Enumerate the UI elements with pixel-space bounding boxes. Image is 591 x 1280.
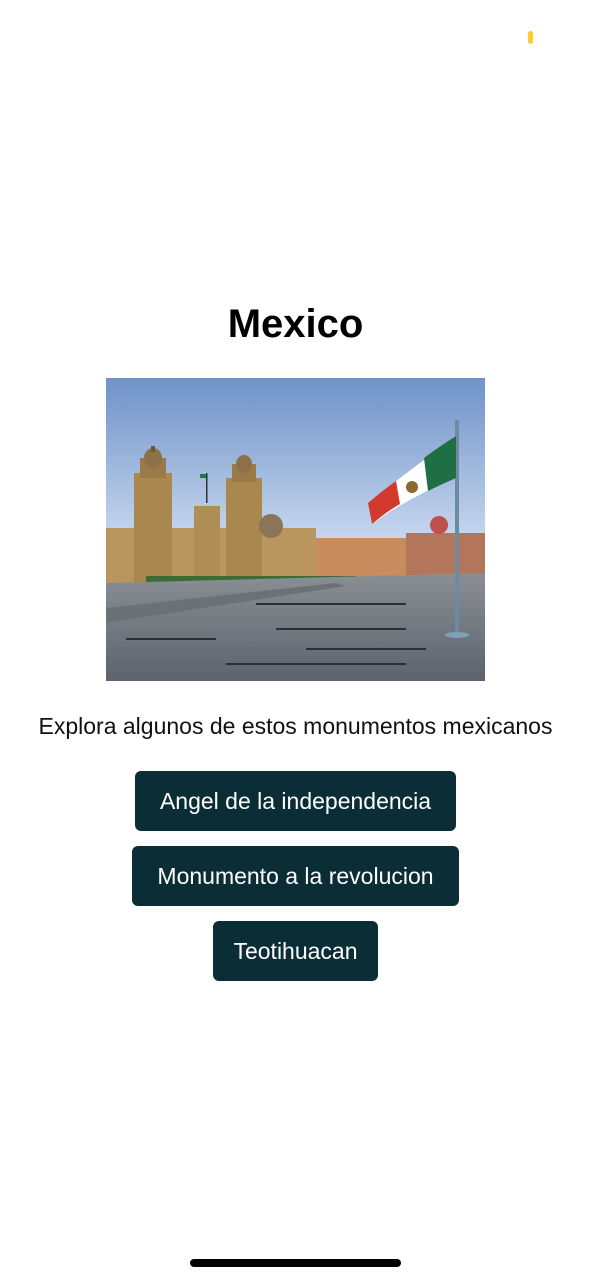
- page-title: Mexico: [227, 302, 364, 346]
- subtitle: Explora algunos de estos monumentos mexi…: [38, 713, 553, 739]
- teotihuacan-button[interactable]: Teotihuacan: [213, 921, 378, 981]
- angel-independencia-button[interactable]: Angel de la independencia: [135, 771, 456, 831]
- monumento-revolucion-button[interactable]: Monumento a la revolucion: [132, 846, 459, 906]
- status-indicator: [528, 31, 533, 44]
- home-indicator[interactable]: [190, 1259, 401, 1267]
- hero-image: [106, 378, 485, 681]
